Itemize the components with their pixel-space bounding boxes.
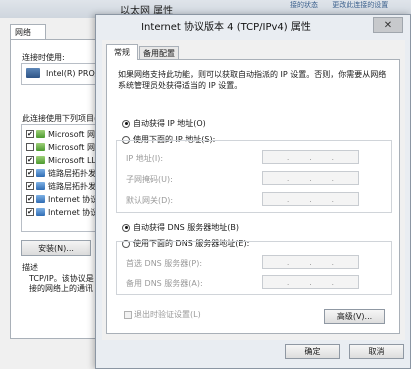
checkbox[interactable]: ✔ [26,156,34,164]
list-item[interactable]: Microsoft 网 [26,141,95,153]
list-item[interactable]: ✔ Internet 协议 [26,193,98,205]
list-item-label: Microsoft LL [48,155,96,165]
intro-text: 如果网络支持此功能，则可以获取自动指派的 IP 设置。否则，你需要从网络系统管理… [118,70,387,90]
radio-button[interactable] [122,119,130,128]
preferred-dns-field[interactable]: ... [262,255,359,269]
list-item[interactable]: ✔ Internet 协议 [26,206,98,218]
list-item-label: Internet 协议 [48,194,99,204]
obtain-ip-auto-label: 自动获得 IP 地址(O) [133,119,206,128]
network-client-icon [36,143,45,151]
checkbox[interactable]: ✔ [26,182,34,190]
obtain-dns-auto-option[interactable]: 自动获得 DNS 服务器地址(B) [122,222,239,233]
protocol-icon [36,208,45,216]
connect-using-label: 连接时使用: [22,53,65,62]
network-adapter-icon [26,68,40,78]
tab-alternate-configuration[interactable]: 备用配置 [139,46,179,60]
change-settings-link[interactable]: 更改此连接的设置 [332,1,388,9]
protocol-icon [36,195,45,203]
checkbox[interactable]: ✔ [26,130,34,138]
subnet-mask-field[interactable]: ... [262,171,359,185]
tab-networking[interactable]: 网络 [10,24,46,40]
ip-address-label: IP 地址(I): [126,154,164,163]
list-item[interactable]: ✔ Microsoft 网 [26,128,95,140]
network-service-icon [36,156,45,164]
description-text: TCP/IP。该协议是 接的网络上的通讯 [29,274,94,293]
components-list[interactable]: ✔ Microsoft 网 Microsoft 网 ✔ Microsoft LL… [21,124,106,232]
close-icon: ✕ [383,19,393,31]
ok-button[interactable]: 确定 [285,344,340,359]
checkbox[interactable]: ✔ [26,169,34,177]
description-label: 描述 [22,263,38,272]
checkbox[interactable] [26,143,34,151]
items-label: 此连接使用下列项目( [22,114,98,123]
background-right-links: 接的状态 更改此连接的设置 [290,0,400,10]
advanced-button[interactable]: 高级(V)... [324,309,385,324]
preferred-dns-label: 首选 DNS 服务器(P): [126,259,203,268]
list-item[interactable]: ✔ 链路层拓扑发 [26,180,96,192]
validate-on-exit-option[interactable]: 退出时验证设置(L) [124,309,201,320]
dialog-title: Internet 协议版本 4 (TCP/IPv4) 属性 [141,22,311,33]
ip-address-field[interactable]: ... [262,150,359,164]
alternate-dns-label: 备用 DNS 服务器(A): [126,279,203,288]
validate-checkbox[interactable] [124,310,132,319]
list-item-label: 链路层拓扑发 [48,168,96,178]
subnet-mask-label: 子网掩码(U): [126,175,173,184]
cancel-button[interactable]: 取消 [349,344,404,359]
obtain-dns-auto-label: 自动获得 DNS 服务器地址(B) [133,223,240,232]
default-gateway-field[interactable]: ... [262,192,359,206]
install-button[interactable]: 安装(N)... [21,240,91,256]
tab-general[interactable]: 常规 [106,44,138,60]
obtain-ip-auto-option[interactable]: 自动获得 IP 地址(O) [122,118,206,129]
list-item[interactable]: ✔ Microsoft LL [26,154,96,166]
checkbox[interactable]: ✔ [26,195,34,203]
checkbox[interactable]: ✔ [26,208,34,216]
protocol-icon [36,182,45,190]
alternate-dns-field[interactable]: ... [262,275,359,289]
connection-status-link[interactable]: 接的状态 [290,1,318,9]
protocol-icon [36,169,45,177]
default-gateway-label: 默认网关(D): [126,196,174,205]
list-item-label: Microsoft 网 [48,129,95,139]
adapter-name: Intel(R) PRO/ [46,69,98,78]
list-item-label: 链路层拓扑发 [48,181,96,191]
list-item-label: Microsoft 网 [48,142,95,152]
validate-label: 退出时验证设置(L) [134,310,201,319]
list-item[interactable]: ✔ 链路层拓扑发 [26,167,96,179]
close-button[interactable]: ✕ [373,17,403,33]
radio-button[interactable] [122,223,130,232]
network-client-icon [36,130,45,138]
list-item-label: Internet 协议 [48,207,99,217]
